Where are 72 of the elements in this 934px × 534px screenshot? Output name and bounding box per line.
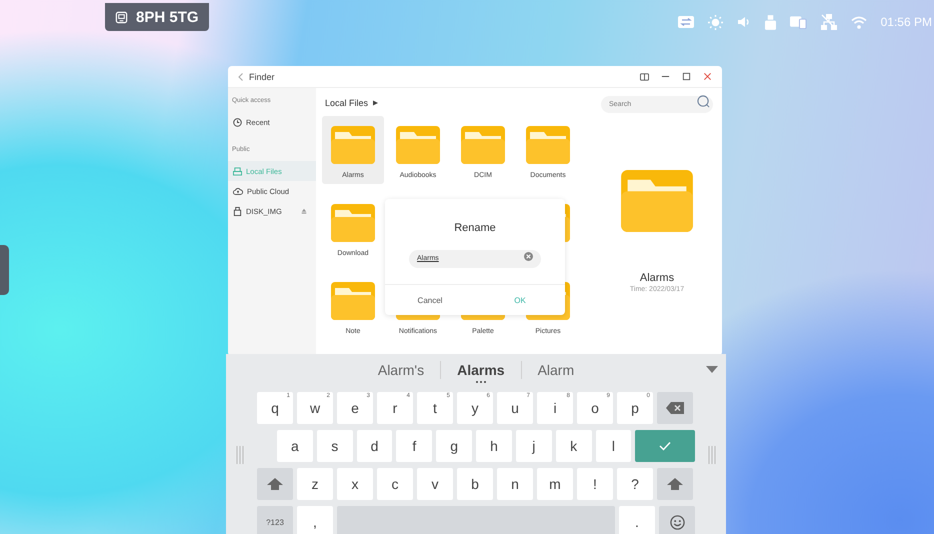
key[interactable]: k [556,430,592,462]
back-chevron-icon[interactable] [238,72,243,80]
backspace-icon [666,402,684,414]
maximize-icon[interactable] [682,72,691,81]
key[interactable]: h [476,430,512,462]
collapse-triangle-icon[interactable] [706,366,718,373]
key[interactable]: b [457,468,493,500]
key[interactable]: d [356,430,392,462]
emoji-key[interactable] [659,506,695,534]
key[interactable]: s [316,430,353,462]
grip-icon[interactable] [708,446,716,464]
folder-icon [396,126,440,164]
usb-drive-icon [233,206,242,216]
key[interactable]: n [497,468,533,500]
badge-text: 8PH 5TG [136,8,199,26]
screen-icon [115,10,128,24]
smiley-icon [670,514,684,530]
suggestion[interactable]: Alarm's [378,362,424,378]
brightness-icon[interactable] [708,14,723,30]
checkmark-icon [659,441,672,451]
key[interactable]: , [297,506,333,534]
key[interactable]: j [516,430,552,462]
symbols-key[interactable]: ?123 [257,506,293,534]
network-icon[interactable] [820,14,837,30]
drive-icon [233,166,242,176]
preview-name: Alarms [640,272,674,284]
clear-icon[interactable] [524,252,533,260]
play-arrow-icon [373,100,378,106]
device-badge[interactable]: 8PH 5TG [105,3,209,31]
folder-icon [331,204,375,242]
key[interactable]: l [596,430,632,462]
key[interactable]: g [436,430,472,462]
shift-key[interactable] [257,468,293,500]
key[interactable]: . [619,506,655,534]
wifi-icon[interactable] [850,16,867,28]
key[interactable]: ! [577,468,613,500]
close-icon[interactable] [703,72,712,81]
backspace-key[interactable] [657,392,693,424]
breadcrumb[interactable]: Local Files [325,98,368,108]
grip-icon[interactable] [236,446,244,464]
dialog-title: Rename [454,222,496,234]
up-arrow-icon [267,478,283,490]
split-view-icon[interactable] [640,72,649,80]
window-title: Finder [249,72,275,82]
speaker-icon[interactable] [736,15,751,29]
folder-icon [461,126,505,164]
key[interactable]: m [537,468,573,500]
folder-icon [526,126,570,164]
cancel-button[interactable]: Cancel [385,285,475,315]
key[interactable]: a [277,430,313,462]
cloud-icon [233,186,243,196]
folder-preview-icon [621,170,693,232]
clock-time: 01:56 PM [880,15,932,29]
search-icon [697,95,710,108]
key[interactable]: f [396,430,432,462]
suggestion[interactable]: Alarm [538,362,574,378]
eject-icon[interactable] [301,208,307,214]
suggestion[interactable]: Alarms [457,362,505,378]
switch-icon[interactable] [678,15,694,29]
folder-icon [331,282,375,320]
key[interactable]: ? [617,468,653,500]
shift-key[interactable] [657,468,693,500]
devices-icon[interactable] [790,15,807,29]
key[interactable]: c [377,468,413,500]
side-panel-handle[interactable] [0,245,9,295]
clock-icon [233,118,242,126]
key[interactable]: x [337,468,373,500]
up-arrow-icon [667,478,683,490]
usb-icon[interactable] [764,14,776,30]
key[interactable]: z [297,468,333,500]
folder-icon [331,126,375,164]
key[interactable]: v [417,468,453,500]
